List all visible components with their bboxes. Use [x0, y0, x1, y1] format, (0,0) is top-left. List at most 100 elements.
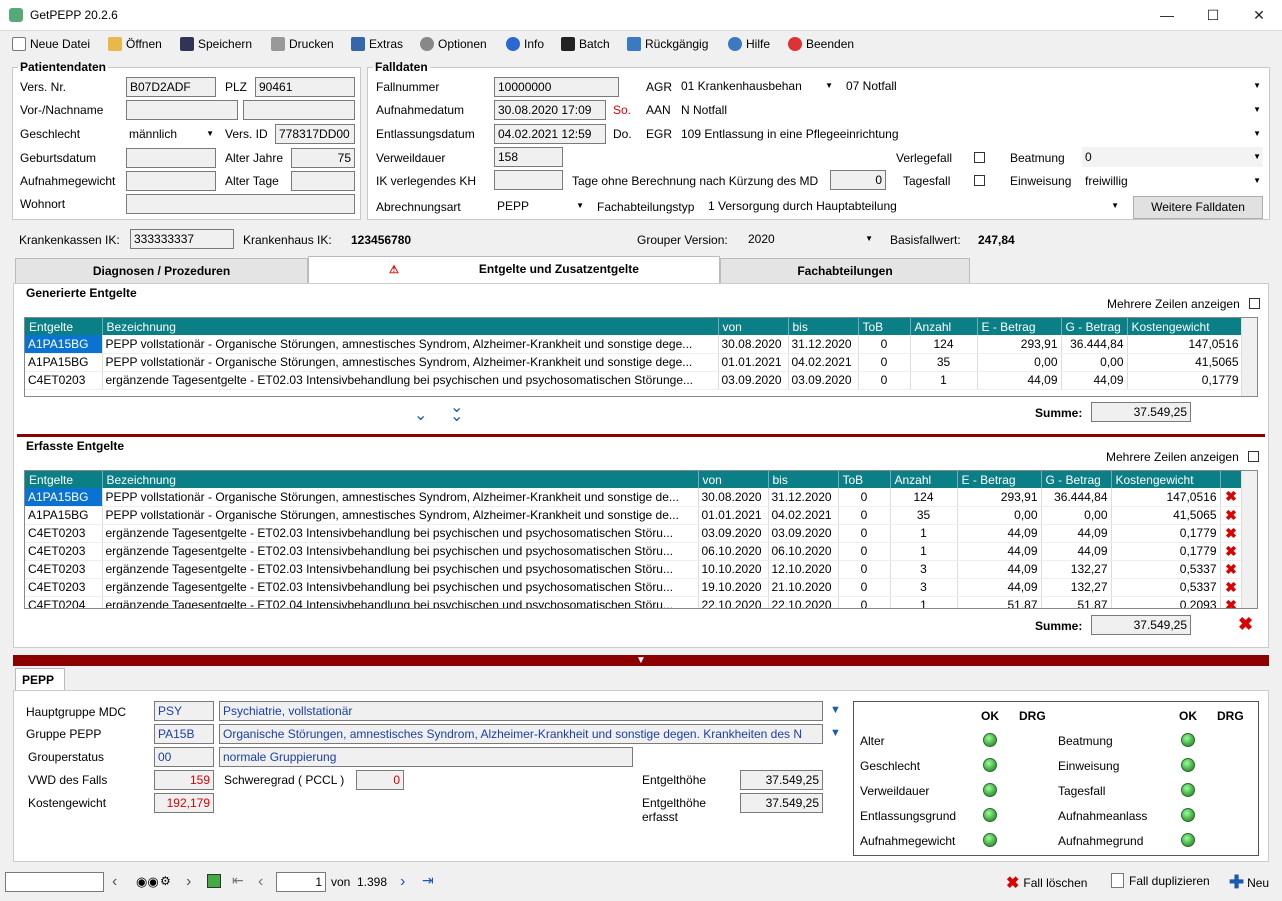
tab-pepp[interactable]: PEPP [15, 668, 65, 690]
delete-row-icon[interactable]: ✖ [1220, 524, 1243, 543]
table-row[interactable]: A1PA15BG PEPP vollstationär - Organische … [25, 488, 1243, 507]
triangle-down-icon[interactable]: ▼ [636, 655, 646, 666]
delete-all-icon[interactable]: ✖ [1238, 614, 1253, 635]
aufnahme-field[interactable]: 30.08.2020 17:09 [494, 100, 606, 120]
close-icon[interactable]: ✕ [1236, 0, 1282, 30]
next-page-icon[interactable]: › [400, 873, 405, 891]
delete-row-icon[interactable]: ✖ [1220, 560, 1243, 579]
column-header[interactable]: Kostengewicht [1127, 318, 1243, 335]
spreadsheet-icon[interactable] [207, 874, 221, 888]
chevron-right-icon[interactable]: › [186, 873, 191, 891]
triangle-down-icon[interactable]: ▼ [830, 704, 841, 716]
prev-page-icon[interactable]: ‹ [258, 873, 263, 891]
column-header[interactable]: G - Betrag [1041, 471, 1112, 488]
column-header[interactable]: E - Betrag [977, 318, 1062, 335]
search-abc-icon[interactable]: ⚙ [160, 874, 171, 888]
fachabteilungstyp-select[interactable]: 1 Versorgung durch Hauptabteilung ▼ [705, 196, 1121, 216]
table-row[interactable]: A1PA15BG PEPP vollstationär - Organische … [25, 506, 1243, 525]
column-header[interactable]: ToB [858, 318, 911, 335]
ik-field[interactable] [494, 170, 563, 190]
wohnort-field[interactable] [126, 194, 355, 214]
delete-row-icon[interactable]: ✖ [1220, 596, 1243, 608]
erfasst-mehrere-checkbox[interactable] [1248, 451, 1259, 462]
column-header[interactable]: Bezeichnung [102, 318, 719, 335]
menu-print[interactable]: Drucken [271, 35, 334, 53]
geschlecht-select[interactable]: männlich ▼ [126, 124, 216, 144]
page-input[interactable]: 1 [276, 872, 326, 892]
chevron-down-icon[interactable]: ⌄ [414, 405, 427, 425]
tab-entgelte[interactable]: ⚠ Entgelte und Zusatzentgelte [308, 256, 720, 283]
egr-select[interactable]: 109 Entlassung in eine Pflegeeinrichtung… [678, 124, 1263, 144]
table-row[interactable]: C4ET0203 ergänzende Tagesentgelte - ET02.… [25, 578, 1243, 597]
menu-undo[interactable]: Rückgängig [627, 35, 708, 53]
delete-row-icon[interactable]: ✖ [1220, 506, 1243, 525]
table-row[interactable]: C4ET0203 ergänzende Tagesentgelte - ET02.… [25, 542, 1243, 561]
table-row[interactable]: C4ET0204 ergänzende Tagesentgelte - ET02.… [25, 596, 1243, 608]
aan-select[interactable]: N Notfall ▼ [678, 100, 1263, 120]
minimize-icon[interactable]: — [1144, 0, 1190, 30]
tab-diagnosen[interactable]: Diagnosen / Prozeduren [15, 258, 308, 283]
einweisung-select[interactable]: freiwillig ▼ [1082, 171, 1263, 191]
tagesfall-checkbox[interactable] [974, 175, 985, 186]
alter-tage-field[interactable] [291, 171, 355, 191]
table-row[interactable]: C4ET0203 ergänzende Tagesentgelte - ET02.… [25, 524, 1243, 543]
table-row[interactable]: A1PA15BG PEPP vollstationär - Organische … [25, 353, 1243, 372]
search-input[interactable] [5, 872, 104, 892]
agr2-select[interactable]: 07 Notfall ▼ [843, 76, 1263, 96]
grouper-select[interactable]: 2020 ▼ [745, 229, 875, 249]
weitere-falldaten-button[interactable]: Weitere Falldaten [1133, 196, 1263, 219]
fall-loeschen-button[interactable]: ✖ Fall löschen [1006, 873, 1087, 893]
table-row[interactable]: C4ET0203 ergänzende Tagesentgelte - ET02.… [25, 560, 1243, 579]
neu-button[interactable]: ✚ Neu [1229, 872, 1269, 893]
vers-id-field[interactable]: 778317DD00 [275, 124, 355, 144]
chevron-left-icon[interactable]: ‹ [112, 873, 117, 891]
last-name-field[interactable] [243, 100, 355, 120]
column-header[interactable]: Entgelte [25, 471, 103, 488]
delete-row-icon[interactable]: ✖ [1220, 542, 1243, 561]
tab-fachabteilungen[interactable]: Fachabteilungen [720, 258, 970, 283]
menu-new-file[interactable]: Neue Datei [12, 35, 90, 53]
tage-ohne-field[interactable]: 0 [830, 170, 886, 190]
aufnahmegewicht-field[interactable] [126, 171, 216, 191]
menu-exit[interactable]: Beenden [788, 35, 854, 53]
entlassung-field[interactable]: 04.02.2021 12:59 [494, 124, 606, 144]
column-header[interactable]: Bezeichnung [102, 471, 699, 488]
column-header[interactable]: Anzahl [890, 471, 958, 488]
table-row[interactable]: A1PA15BG PEPP vollstationär - Organische … [25, 335, 1243, 354]
fall-duplizieren-button[interactable]: Fall duplizieren [1111, 873, 1210, 888]
column-header[interactable]: bis [788, 318, 859, 335]
agr1-select[interactable]: 01 Krankenhausbehan ▼ [678, 76, 835, 96]
generated-mehrere-checkbox[interactable] [1249, 298, 1260, 309]
menu-info[interactable]: Info [506, 35, 544, 53]
menu-options[interactable]: Optionen [420, 35, 487, 53]
kk-ik-field[interactable]: 333333337 [130, 229, 234, 249]
vers-nr-field[interactable]: B07D2ADF [126, 77, 216, 97]
abrechnungsart-select[interactable]: PEPP ▼ [494, 196, 586, 216]
alter-jahre-field[interactable]: 75 [291, 148, 355, 168]
first-name-field[interactable] [126, 100, 238, 120]
column-header[interactable]: G - Betrag [1061, 318, 1128, 335]
verlegefall-checkbox[interactable] [974, 152, 985, 163]
delete-row-icon[interactable]: ✖ [1220, 488, 1243, 507]
fallnummer-field[interactable]: 10000000 [494, 77, 619, 97]
last-page-icon[interactable]: ⇥ [422, 872, 434, 889]
menu-open[interactable]: Öffnen [108, 35, 162, 53]
maximize-icon[interactable]: ☐ [1190, 0, 1236, 30]
column-header[interactable]: ToB [838, 471, 891, 488]
erfasst-scrollbar[interactable] [1241, 471, 1257, 608]
binoculars-icon[interactable]: ◉◉ [136, 874, 159, 890]
plz-field[interactable]: 90461 [255, 77, 355, 97]
table-row[interactable]: C4ET0203 ergänzende Tagesentgelte - ET02.… [25, 371, 1243, 390]
column-header[interactable]: bis [768, 471, 839, 488]
column-header[interactable]: E - Betrag [957, 471, 1042, 488]
geburtsdatum-field[interactable] [126, 148, 216, 168]
column-header[interactable]: Entgelte [25, 318, 103, 335]
menu-help[interactable]: Hilfe [728, 35, 770, 53]
column-header[interactable]: Kostengewicht [1111, 471, 1221, 488]
generated-scrollbar[interactable] [1241, 318, 1257, 396]
double-chevron-down-icon[interactable]: ⌄ ⌄ [450, 400, 463, 425]
first-page-icon[interactable]: ⇤ [232, 872, 244, 889]
menu-extras[interactable]: Extras [351, 35, 403, 53]
menu-batch[interactable]: Batch [561, 35, 610, 53]
column-header[interactable]: Anzahl [910, 318, 978, 335]
